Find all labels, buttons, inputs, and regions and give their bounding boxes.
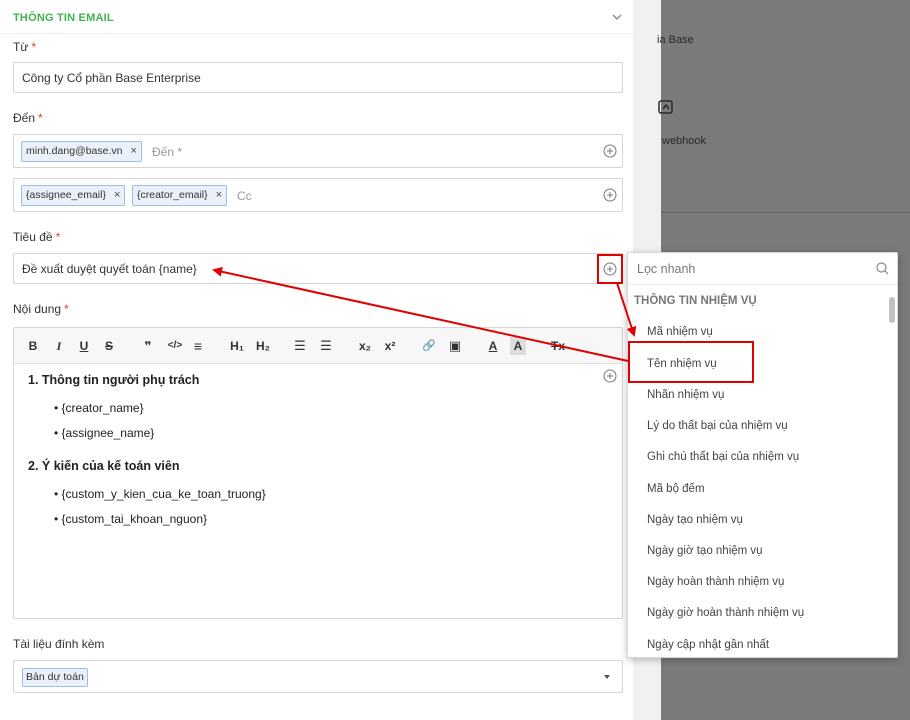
remove-tag-icon[interactable]: × <box>216 189 222 201</box>
annotation-box-selected-item <box>628 341 754 383</box>
link-icon[interactable]: 🔗 <box>420 337 438 355</box>
dropdown-item[interactable]: Ngày giờ hoàn thành nhiệm vụ <box>647 607 804 619</box>
dropdown-item[interactable]: Ngày hoàn thành nhiệm vụ <box>647 576 784 588</box>
dropdown-item[interactable]: Mã bộ đếm <box>647 483 705 495</box>
recipient-tag: minh.dang@base.vn × <box>21 141 142 162</box>
chevron-down-icon[interactable] <box>602 672 612 682</box>
section-header[interactable]: THÔNG TIN EMAIL <box>13 10 623 26</box>
superscript-button[interactable]: x² <box>381 337 399 355</box>
heading-1-button[interactable]: H₁ <box>227 337 247 355</box>
clear-format-button[interactable]: Tx <box>548 337 568 355</box>
remove-tag-icon[interactable]: × <box>130 145 136 157</box>
add-variable-icon[interactable] <box>603 369 617 383</box>
cc-tag: {creator_email} × <box>132 185 228 206</box>
content-list-item: • {assignee_name} <box>54 426 155 440</box>
section-title: THÔNG TIN EMAIL <box>13 12 114 24</box>
dropdown-group-title: THÔNG TIN NHIỆM VỤ <box>634 295 757 307</box>
variable-dropdown: Lọc nhanh THÔNG TIN NHIỆM VỤ Mã nhiệm vụ… <box>627 252 898 658</box>
to-label: Đến * <box>13 111 43 125</box>
dropdown-item[interactable]: Ngày giờ tạo nhiệm vụ <box>647 545 763 557</box>
text-color-button[interactable]: A <box>485 337 501 355</box>
to-field[interactable]: minh.dang@base.vn × Đến * <box>13 134 623 168</box>
content-heading: 2. Ý kiến của kế toán viên <box>28 459 180 473</box>
attachments-select[interactable]: Bản dự toán <box>13 660 623 693</box>
bullet-list-button[interactable]: ☰ <box>318 337 334 355</box>
dropdown-item[interactable]: Ngày tạo nhiệm vụ <box>647 514 743 526</box>
cc-tag: {assignee_email} × <box>21 185 126 206</box>
image-icon[interactable]: ▣ <box>446 337 464 355</box>
background-webhook-text: webhook <box>662 135 707 147</box>
add-variable-icon[interactable] <box>603 144 617 158</box>
heading-2-button[interactable]: H₂ <box>253 337 273 355</box>
content-heading: 1. Thông tin người phụ trách <box>28 373 200 387</box>
background-divider <box>661 212 910 213</box>
subject-field[interactable]: Đề xuất duyệt quyết toán {name} <box>13 253 623 284</box>
ordered-list-button[interactable]: ☰ <box>292 337 308 355</box>
search-icon <box>876 262 889 275</box>
dropdown-item[interactable]: Mã nhiệm vụ <box>647 326 713 338</box>
dropdown-item[interactable]: Ghi chú thất bại của nhiệm vụ <box>647 451 799 463</box>
dropdown-search[interactable]: Lọc nhanh <box>628 253 897 285</box>
content-label: Nội dung * <box>13 302 69 316</box>
remove-tag-icon[interactable]: × <box>114 189 120 201</box>
webhook-icon <box>658 100 673 114</box>
subject-label: Tiêu đề * <box>13 230 61 244</box>
dropdown-item[interactable]: Ngày cập nhật gần nhất <box>647 639 769 651</box>
from-value: Công ty Cổ phần Base Enterprise <box>22 71 201 85</box>
italic-button[interactable]: I <box>52 337 66 355</box>
content-editor[interactable]: B I U S ❞ </> ≡ H₁ H₂ ☰ ☰ x₂ x² 🔗 ▣ A A … <box>13 327 623 619</box>
background-color-button[interactable]: A <box>510 337 526 355</box>
content-list-item: • {creator_name} <box>54 401 144 415</box>
from-field[interactable]: Công ty Cổ phần Base Enterprise <box>13 62 623 93</box>
cc-field[interactable]: {assignee_email} × {creator_email} × Cc <box>13 178 623 212</box>
subscript-button[interactable]: x₂ <box>356 337 374 355</box>
subject-value: Đề xuất duyệt quyết toán {name} <box>22 262 197 276</box>
to-placeholder: Đến * <box>152 145 183 159</box>
code-button[interactable]: </> <box>165 337 185 355</box>
cc-placeholder: Cc <box>237 189 252 203</box>
email-form-panel: THÔNG TIN EMAIL Từ * Công ty Cổ phần Base… <box>0 0 633 720</box>
chevron-down-icon[interactable] <box>611 11 623 23</box>
dropdown-item[interactable]: Lý do thất bại của nhiệm vụ <box>647 420 788 432</box>
dropdown-search-input[interactable]: Lọc nhanh <box>637 262 695 276</box>
annotation-box-add-button <box>597 254 623 284</box>
from-label: Từ * <box>13 40 37 54</box>
attachment-tag: Bản dự toán <box>22 668 88 687</box>
editor-toolbar: B I U S ❞ </> ≡ H₁ H₂ ☰ ☰ x₂ x² 🔗 ▣ A A … <box>14 328 622 364</box>
blockquote-button[interactable]: ❞ <box>140 337 156 355</box>
content-list-item: • {custom_y_kien_cua_ke_toan_truong} <box>54 487 266 501</box>
bold-button[interactable]: B <box>26 337 40 355</box>
attachments-label: Tài liệu đính kèm <box>13 637 105 651</box>
strikethrough-button[interactable]: S <box>102 337 116 355</box>
underline-button[interactable]: U <box>77 337 91 355</box>
scrollbar-thumb[interactable] <box>889 297 895 323</box>
dropdown-scrollbar[interactable] <box>889 287 895 653</box>
section-divider <box>0 33 633 34</box>
background-text: ia Base <box>657 34 694 46</box>
align-button[interactable]: ≡ <box>190 337 206 355</box>
content-list-item: • {custom_tai_khoan_nguon} <box>54 512 207 526</box>
add-variable-icon[interactable] <box>603 188 617 202</box>
dropdown-item[interactable]: Nhãn nhiệm vụ <box>647 389 724 401</box>
